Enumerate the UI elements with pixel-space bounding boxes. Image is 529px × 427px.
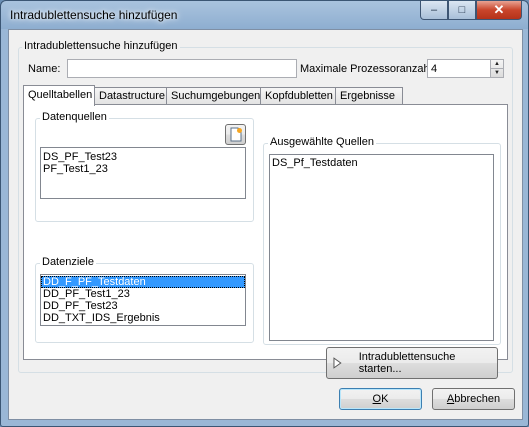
- list-item[interactable]: DS_Pf_Testdaten: [270, 157, 493, 169]
- start-search-label: Intradublettensuche starten...: [358, 351, 456, 375]
- title-bar[interactable]: Intradublettensuche hinzufügen – □ ✕: [1, 1, 528, 29]
- spin-up-icon[interactable]: ▲: [491, 60, 503, 69]
- ok-button-label: OK: [372, 393, 389, 405]
- datenquellen-listbox[interactable]: DS_PF_Test23 PF_Test1_23: [40, 147, 246, 199]
- list-item-selected[interactable]: DD_F_PF_Testdaten: [41, 276, 245, 288]
- cancel-button[interactable]: Abbrechen: [432, 388, 515, 410]
- start-search-button[interactable]: Intradublettensuche starten...: [326, 347, 498, 379]
- maximize-button[interactable]: □: [448, 1, 476, 20]
- main-group-label: Intradublettensuche hinzufügen: [22, 40, 180, 52]
- spin-down-icon[interactable]: ▼: [491, 69, 503, 78]
- new-document-icon: [230, 127, 242, 142]
- datenquellen-label: Datenquellen: [40, 111, 109, 123]
- close-button[interactable]: ✕: [476, 1, 522, 20]
- play-triangle-icon: [333, 357, 342, 369]
- max-processors-label: Maximale Prozessoranzahl: [300, 63, 433, 75]
- list-item[interactable]: DS_PF_Test23: [41, 151, 245, 163]
- list-item[interactable]: DD_PF_Test1_23: [41, 288, 245, 300]
- list-item[interactable]: DD_TXT_IDS_Ergebnis: [41, 312, 245, 324]
- name-field[interactable]: [67, 59, 297, 78]
- list-item[interactable]: PF_Test1_23: [41, 163, 245, 175]
- tab-page-quelltabellen: Datenquellen DS_PF_Test23 PF_Test1_23 Da…: [23, 104, 508, 379]
- datenziele-listbox[interactable]: DD_F_PF_Testdaten DD_PF_Test1_23 DD_PF_T…: [40, 274, 246, 326]
- ausgewaehlte-label: Ausgewählte Quellen: [268, 136, 376, 148]
- caption-buttons: – □ ✕: [420, 1, 522, 21]
- ausgewaehlte-listbox[interactable]: DS_Pf_Testdaten: [269, 154, 494, 341]
- max-processors-spinner[interactable]: ▲ ▼: [490, 59, 504, 78]
- ok-button[interactable]: OK: [339, 388, 422, 410]
- tab-ergebnisse[interactable]: Ergebnisse: [335, 87, 403, 104]
- tab-suchumgebungen[interactable]: Suchumgebungen: [166, 87, 261, 104]
- minimize-button[interactable]: –: [420, 1, 448, 20]
- cancel-button-label: Abbrechen: [446, 393, 501, 405]
- list-item[interactable]: DD_PF_Test23: [41, 300, 245, 312]
- tab-quelltabellen[interactable]: Quelltabellen: [23, 85, 95, 106]
- max-processors-field[interactable]: 4: [427, 59, 491, 78]
- name-label: Name:: [28, 63, 61, 75]
- add-source-button[interactable]: [225, 124, 246, 145]
- datenziele-label: Datenziele: [40, 256, 96, 268]
- tab-kopfdubletten[interactable]: Kopfdubletten: [260, 87, 336, 104]
- tab-datastructure[interactable]: Datastructure: [94, 87, 167, 104]
- max-processors-value: 4: [431, 63, 438, 75]
- dialog-window: Intradublettensuche hinzufügen – □ ✕ Int…: [0, 0, 529, 427]
- window-title: Intradublettensuche hinzufügen: [10, 8, 178, 22]
- dialog-client-area: Intradublettensuche hinzufügen Name: Max…: [8, 29, 523, 420]
